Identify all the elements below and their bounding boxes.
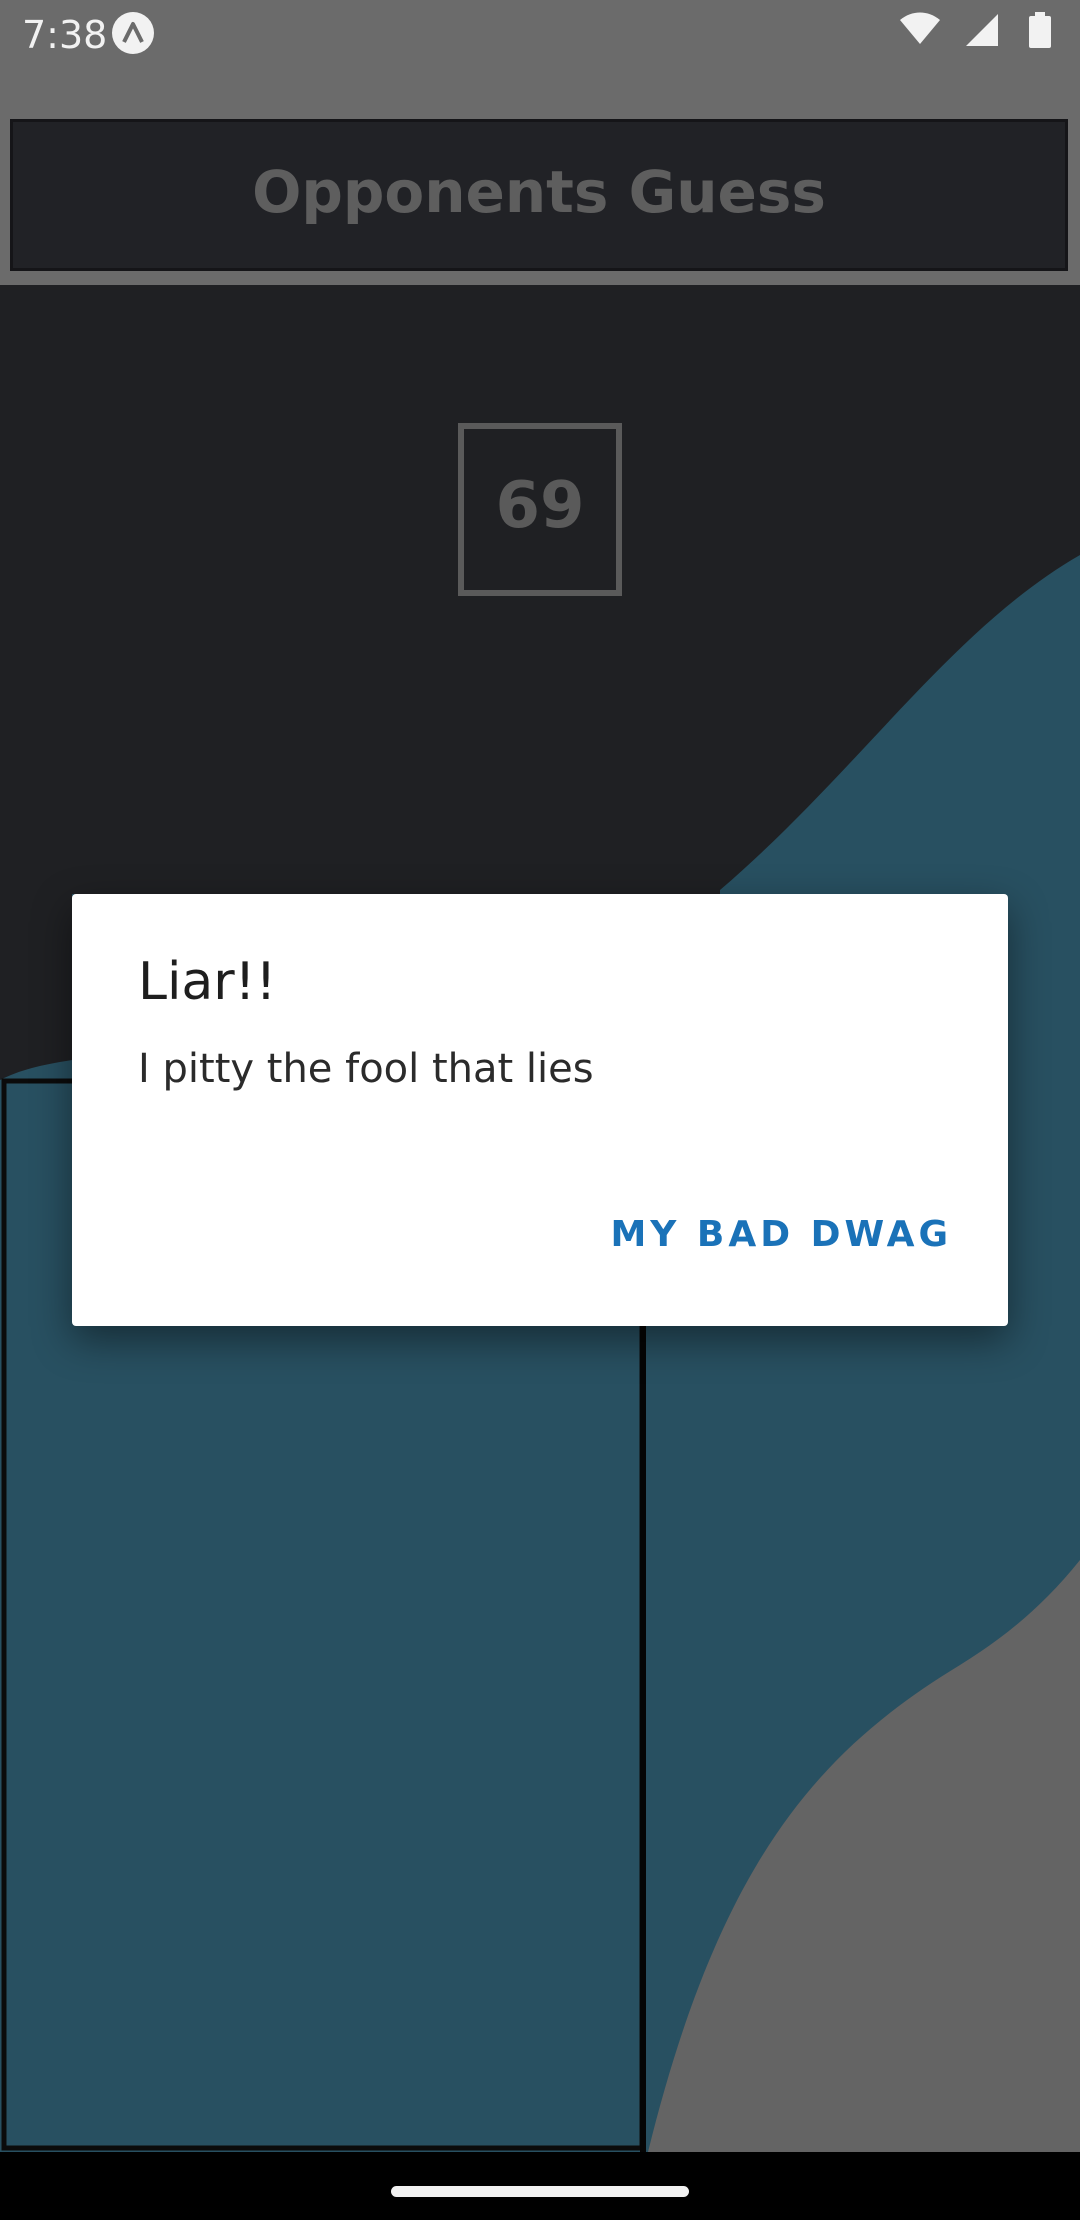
home-gesture-handle[interactable] bbox=[391, 2186, 689, 2197]
dialog-title: Liar!! bbox=[138, 952, 277, 1012]
alert-dialog: Liar!! I pitty the fool that lies MY BAD… bbox=[72, 894, 1008, 1326]
dismiss-button[interactable]: MY BAD DWAG bbox=[596, 1204, 966, 1265]
app-screen: 7:38 Opponents Guess 69 Liar!! I pitty t… bbox=[0, 0, 1080, 2220]
navigation-bar bbox=[0, 2152, 1080, 2220]
dialog-message: I pitty the fool that lies bbox=[138, 1046, 594, 1092]
